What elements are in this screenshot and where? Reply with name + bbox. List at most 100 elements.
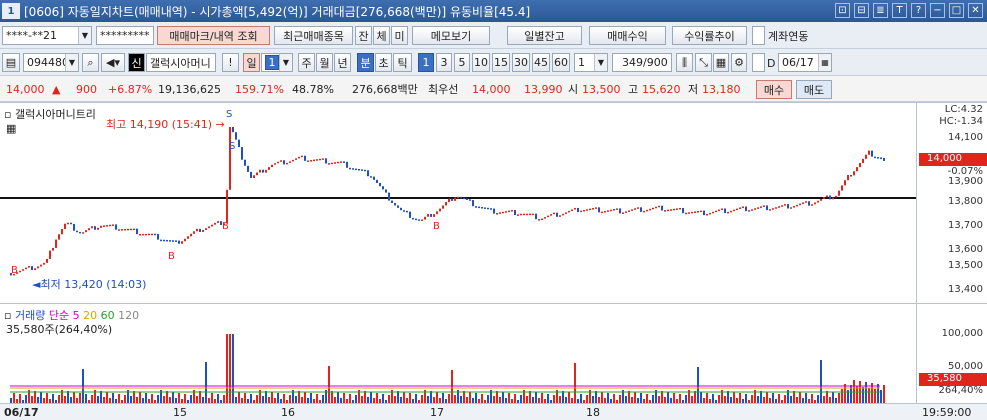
- candle: [670, 209, 672, 211]
- line-tool-icon[interactable]: ⤡: [695, 53, 712, 72]
- calendar-icon[interactable]: ▦: [818, 54, 831, 71]
- candle: [586, 209, 588, 211]
- candle: [859, 163, 861, 168]
- candle: [22, 269, 24, 271]
- search-icon[interactable]: ⌕: [82, 53, 99, 72]
- help-icon[interactable]: ?: [911, 3, 926, 18]
- chevron-down-icon[interactable]: ▼: [279, 54, 292, 71]
- text-icon[interactable]: T: [892, 3, 907, 18]
- candle: [679, 207, 681, 210]
- interval-10[interactable]: 10: [472, 53, 490, 72]
- tab-balance[interactable]: 잔: [355, 26, 372, 45]
- candle: [148, 233, 150, 236]
- close-icon[interactable]: ✕: [968, 3, 983, 18]
- candle: [454, 197, 456, 201]
- candle: [658, 205, 660, 208]
- candle: [640, 207, 642, 212]
- period-year-button[interactable]: 년: [334, 53, 351, 72]
- stock-icon[interactable]: ▤: [2, 53, 20, 72]
- trade-mark-button[interactable]: 매매마크/내역 조회: [157, 26, 270, 45]
- link-icon[interactable]: ⊡: [835, 3, 850, 18]
- interval-60[interactable]: 60: [552, 53, 570, 72]
- price-chart-pane[interactable]: S S B B B B ▫ 갤럭시아머니트리 ▦ 최고 14,190 (15:4…: [0, 102, 987, 303]
- stock-code-input[interactable]: 094480 ▼: [23, 53, 79, 72]
- candle: [157, 233, 159, 240]
- stock-legend: 갤럭시아머니트리: [14, 108, 96, 121]
- interval-1[interactable]: 1: [418, 53, 434, 72]
- period-day-button[interactable]: 일: [243, 53, 260, 72]
- candle: [211, 224, 213, 227]
- count-select[interactable]: 1 ▼: [574, 53, 608, 72]
- sound-icon[interactable]: ◀▾: [101, 53, 125, 72]
- warning-button[interactable]: !: [222, 53, 239, 72]
- candle: [436, 211, 438, 215]
- candle: [37, 266, 39, 269]
- period-second-button[interactable]: 초: [375, 53, 392, 72]
- candle: [28, 266, 30, 268]
- candle: [19, 270, 21, 273]
- open-price: 13,500: [582, 82, 621, 96]
- ma120-label: 120: [118, 309, 140, 322]
- candle: [673, 208, 675, 211]
- return-trend-button[interactable]: 수익률추이: [672, 26, 747, 45]
- list-icon[interactable]: ≣: [873, 3, 888, 18]
- interval-45[interactable]: 45: [532, 53, 550, 72]
- candle: [232, 127, 234, 133]
- candle: [292, 159, 294, 162]
- candle: [382, 186, 384, 190]
- period-week-button[interactable]: 주: [298, 53, 315, 72]
- account-link-checkbox[interactable]: [752, 26, 765, 45]
- trade-profit-button[interactable]: 매매수익: [589, 26, 666, 45]
- period-minute-button[interactable]: 분: [357, 53, 374, 72]
- date-input[interactable]: 06/17 ▦: [778, 53, 832, 72]
- stock-name-field[interactable]: 갤럭시아머니: [146, 53, 216, 72]
- candle: [391, 200, 393, 203]
- candle: [502, 211, 504, 214]
- period-tick-button[interactable]: 틱: [393, 53, 412, 72]
- pane-collapse-icon[interactable]: ▫: [4, 108, 11, 121]
- pane-grid-icon[interactable]: ▦: [6, 122, 16, 135]
- low-marker-label: 최저 13,420 (14:03): [40, 278, 147, 291]
- account-select[interactable]: ****-**21 ▼: [2, 26, 92, 45]
- split-icon[interactable]: ⊟: [854, 3, 869, 18]
- candle: [193, 231, 195, 234]
- candle: [622, 212, 624, 214]
- period-month-button[interactable]: 월: [316, 53, 333, 72]
- candle: [283, 160, 285, 165]
- chevron-down-icon[interactable]: ▼: [78, 27, 91, 44]
- candle: [163, 239, 165, 242]
- sell-button[interactable]: 매도: [796, 80, 832, 99]
- buy-button[interactable]: 매수: [756, 80, 792, 99]
- maximize-icon[interactable]: □: [949, 3, 964, 18]
- volume-rate: 159.71%: [235, 82, 284, 96]
- interval-30[interactable]: 30: [512, 53, 530, 72]
- interval-5[interactable]: 5: [454, 53, 470, 72]
- candle: [196, 228, 198, 232]
- price-plot-area: [0, 103, 916, 303]
- candle: [325, 158, 327, 164]
- chevron-down-icon[interactable]: ▼: [65, 54, 78, 71]
- candle: [304, 155, 306, 161]
- password-field[interactable]: *********: [96, 26, 154, 45]
- candle-icon[interactable]: ⫼: [676, 53, 693, 72]
- interval-3[interactable]: 3: [436, 53, 452, 72]
- y-label: 13,500: [948, 260, 983, 271]
- price-change: 900: [76, 82, 97, 96]
- recent-stocks-button[interactable]: 최근매매종목: [274, 26, 353, 45]
- grid-icon[interactable]: ▦: [713, 53, 729, 72]
- gear-icon[interactable]: ⚙: [731, 53, 747, 72]
- minimize-icon[interactable]: −: [930, 3, 945, 18]
- memo-button[interactable]: 메모보기: [412, 26, 490, 45]
- interval-15[interactable]: 15: [492, 53, 510, 72]
- candle: [676, 208, 678, 210]
- volume-chart-pane[interactable]: ▫ 거래량 단순 5 20 60 120 35,580주(264,40%) 10…: [0, 303, 987, 404]
- candle: [337, 161, 339, 164]
- candle: [139, 234, 141, 236]
- daily-balance-button[interactable]: 일별잔고: [507, 26, 582, 45]
- tab-unfilled[interactable]: 미: [391, 26, 408, 45]
- date-checkbox[interactable]: [752, 53, 765, 72]
- bar-count-field[interactable]: 349/900: [612, 53, 672, 72]
- tab-fill[interactable]: 체: [373, 26, 390, 45]
- chevron-down-icon[interactable]: ▼: [594, 54, 607, 71]
- period-value-select[interactable]: 1 ▼: [261, 53, 293, 72]
